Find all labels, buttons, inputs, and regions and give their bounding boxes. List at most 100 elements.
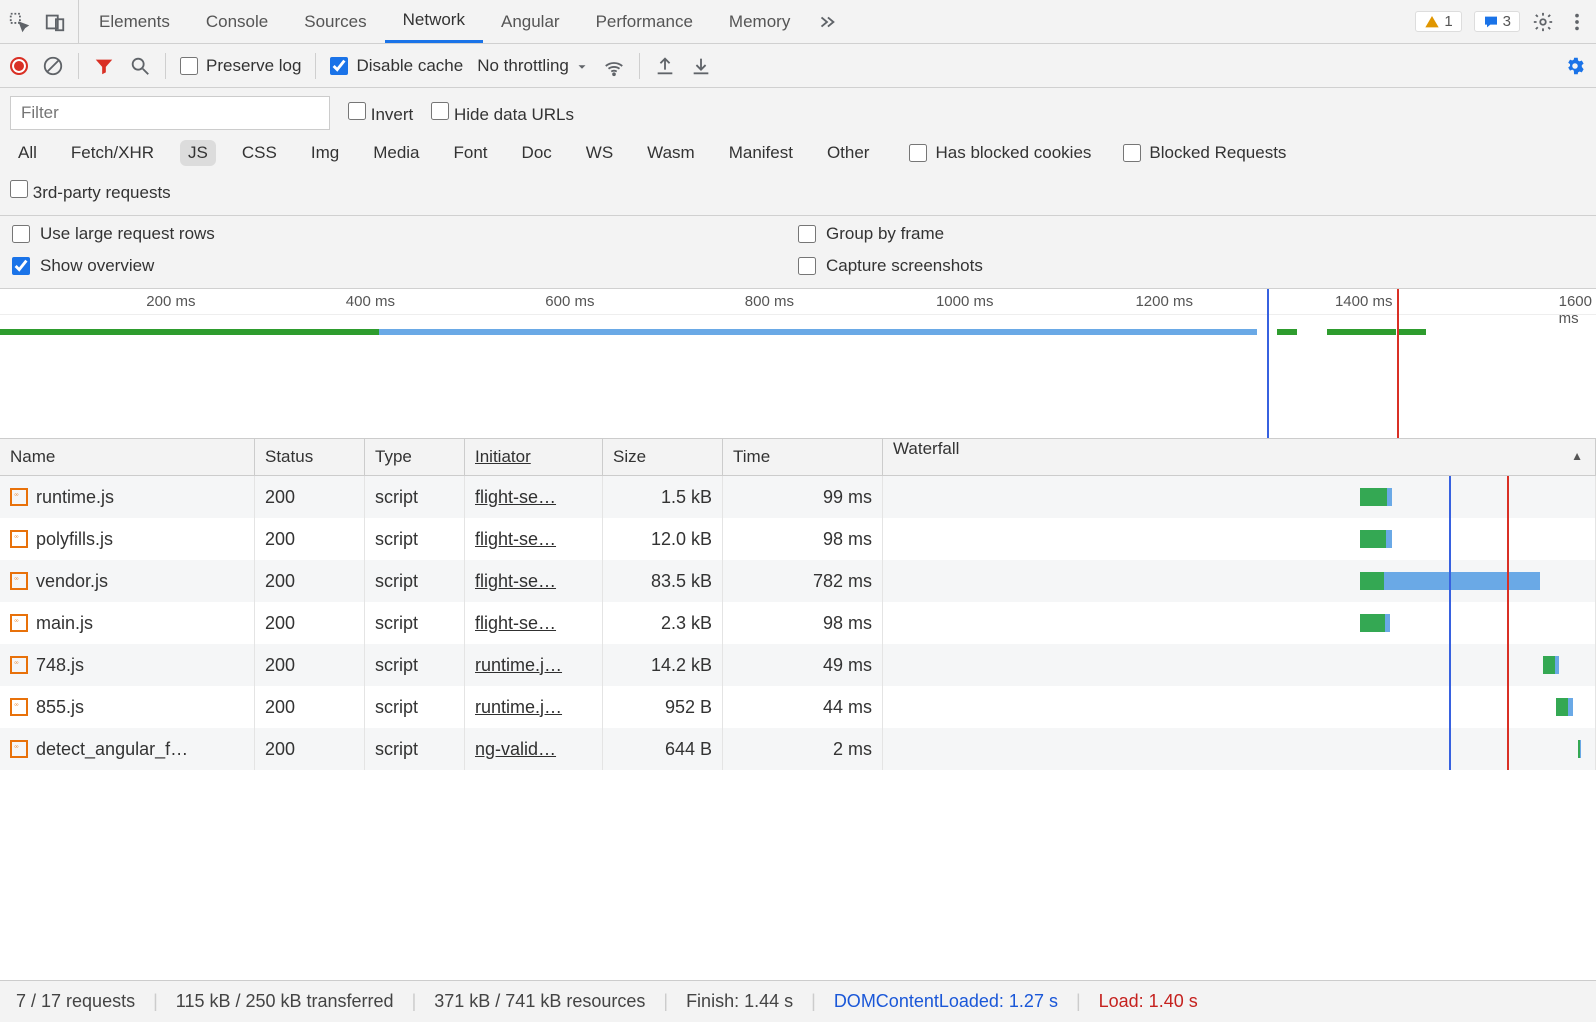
request-initiator[interactable]: runtime.j… — [475, 697, 562, 718]
col-time[interactable]: Time — [723, 439, 883, 475]
tab-sources[interactable]: Sources — [286, 0, 384, 43]
tab-performance[interactable]: Performance — [578, 0, 711, 43]
request-name: vendor.js — [36, 571, 108, 592]
preserve-log-checkbox[interactable]: Preserve log — [180, 56, 301, 76]
request-initiator[interactable]: runtime.j… — [475, 655, 562, 676]
type-filter-ws[interactable]: WS — [578, 140, 621, 166]
table-row[interactable]: runtime.js200scriptflight-se…1.5 kB99 ms — [0, 476, 1596, 518]
col-status[interactable]: Status — [255, 439, 365, 475]
tab-elements[interactable]: Elements — [81, 0, 188, 43]
has-blocked-cookies-checkbox[interactable]: Has blocked cookies — [909, 143, 1091, 163]
device-toolbar-icon[interactable] — [44, 11, 66, 33]
overview-tick: 600 ms — [545, 293, 598, 310]
dcl-line — [1449, 644, 1451, 686]
type-filter-css[interactable]: CSS — [234, 140, 285, 166]
load-line — [1507, 560, 1509, 602]
status-load: Load: 1.40 s — [1099, 991, 1198, 1012]
warnings-badge[interactable]: 1 — [1415, 11, 1461, 32]
table-row[interactable]: main.js200scriptflight-se…2.3 kB98 ms — [0, 602, 1596, 644]
table-row[interactable]: vendor.js200scriptflight-se…83.5 kB782 m… — [0, 560, 1596, 602]
tab-memory[interactable]: Memory — [711, 0, 808, 43]
dcl-line — [1449, 686, 1451, 728]
request-initiator[interactable]: ng-valid… — [475, 739, 556, 760]
group-by-frame-checkbox[interactable]: Group by frame — [798, 224, 1584, 244]
network-settings-gear-icon[interactable] — [1564, 55, 1586, 77]
script-file-icon — [10, 488, 28, 506]
col-waterfall[interactable]: Waterfall▲ — [883, 439, 1596, 475]
type-filter-font[interactable]: Font — [446, 140, 496, 166]
type-filter-media[interactable]: Media — [365, 140, 427, 166]
overview-tick: 1400 ms — [1335, 293, 1397, 310]
request-type: script — [375, 571, 418, 592]
type-filter-wasm[interactable]: Wasm — [639, 140, 703, 166]
waterfall-cell — [883, 560, 1596, 602]
request-type: script — [375, 529, 418, 550]
request-size: 1.5 kB — [661, 487, 712, 508]
capture-screenshots-checkbox[interactable]: Capture screenshots — [798, 256, 1584, 276]
request-name: runtime.js — [36, 487, 114, 508]
overview-tick: 800 ms — [745, 293, 798, 310]
tab-network[interactable]: Network — [385, 0, 483, 43]
request-type: script — [375, 613, 418, 634]
type-filter-fetchxhr[interactable]: Fetch/XHR — [63, 140, 162, 166]
show-overview-checkbox[interactable]: Show overview — [12, 256, 798, 276]
network-conditions-icon[interactable] — [603, 55, 625, 77]
more-tabs-icon[interactable] — [816, 11, 838, 33]
tab-console[interactable]: Console — [188, 0, 286, 43]
type-filter-doc[interactable]: Doc — [514, 140, 560, 166]
clear-icon[interactable] — [42, 55, 64, 77]
upload-har-icon[interactable] — [654, 55, 676, 77]
tab-angular[interactable]: Angular — [483, 0, 578, 43]
messages-badge[interactable]: 3 — [1474, 11, 1520, 32]
waterfall-cell — [883, 686, 1596, 728]
status-bar: 7 / 17 requests| 115 kB / 250 kB transfe… — [0, 980, 1596, 1022]
type-filter-img[interactable]: Img — [303, 140, 347, 166]
filter-icon[interactable] — [93, 55, 115, 77]
request-initiator[interactable]: flight-se… — [475, 571, 556, 592]
warnings-count: 1 — [1444, 13, 1452, 30]
inspect-element-icon[interactable] — [8, 11, 30, 33]
invert-checkbox[interactable]: Invert — [348, 102, 413, 125]
type-filter-other[interactable]: Other — [819, 140, 878, 166]
request-time: 49 ms — [823, 655, 872, 676]
disable-cache-checkbox[interactable]: Disable cache — [330, 56, 463, 76]
overview-tick: 1000 ms — [936, 293, 998, 310]
type-filter-js[interactable]: JS — [180, 140, 216, 166]
request-initiator[interactable]: flight-se… — [475, 613, 556, 634]
col-name[interactable]: Name — [0, 439, 255, 475]
large-rows-checkbox[interactable]: Use large request rows — [12, 224, 798, 244]
request-type: script — [375, 487, 418, 508]
table-row[interactable]: detect_angular_f…200scriptng-valid…644 B… — [0, 728, 1596, 770]
request-type: script — [375, 697, 418, 718]
table-row[interactable]: polyfills.js200scriptflight-se…12.0 kB98… — [0, 518, 1596, 560]
request-table: Name Status Type Initiator Size Time Wat… — [0, 439, 1596, 980]
kebab-menu-icon[interactable] — [1566, 11, 1588, 33]
request-size: 644 B — [665, 739, 712, 760]
col-type[interactable]: Type — [365, 439, 465, 475]
table-row[interactable]: 855.js200scriptruntime.j…952 B44 ms — [0, 686, 1596, 728]
overview-tick: 400 ms — [346, 293, 399, 310]
dcl-line — [1449, 560, 1451, 602]
request-time: 98 ms — [823, 613, 872, 634]
request-initiator[interactable]: flight-se… — [475, 487, 556, 508]
record-button[interactable] — [10, 57, 28, 75]
download-har-icon[interactable] — [690, 55, 712, 77]
third-party-checkbox[interactable]: 3rd-party requests — [10, 180, 171, 203]
type-filter-manifest[interactable]: Manifest — [721, 140, 801, 166]
type-filter-all[interactable]: All — [10, 140, 45, 166]
throttling-select[interactable]: No throttling — [477, 56, 589, 76]
table-row[interactable]: 748.js200scriptruntime.j…14.2 kB49 ms — [0, 644, 1596, 686]
col-size[interactable]: Size — [603, 439, 723, 475]
request-initiator[interactable]: flight-se… — [475, 529, 556, 550]
script-file-icon — [10, 572, 28, 590]
col-initiator[interactable]: Initiator — [465, 439, 603, 475]
settings-gear-icon[interactable] — [1532, 11, 1554, 33]
overview-timeline[interactable]: 200 ms400 ms600 ms800 ms1000 ms1200 ms14… — [0, 289, 1596, 439]
search-icon[interactable] — [129, 55, 151, 77]
blocked-requests-checkbox[interactable]: Blocked Requests — [1123, 143, 1286, 163]
request-size: 2.3 kB — [661, 613, 712, 634]
request-status: 200 — [265, 529, 295, 550]
overview-segment — [0, 329, 379, 335]
hide-data-urls-checkbox[interactable]: Hide data URLs — [431, 102, 574, 125]
filter-input[interactable] — [10, 96, 330, 130]
